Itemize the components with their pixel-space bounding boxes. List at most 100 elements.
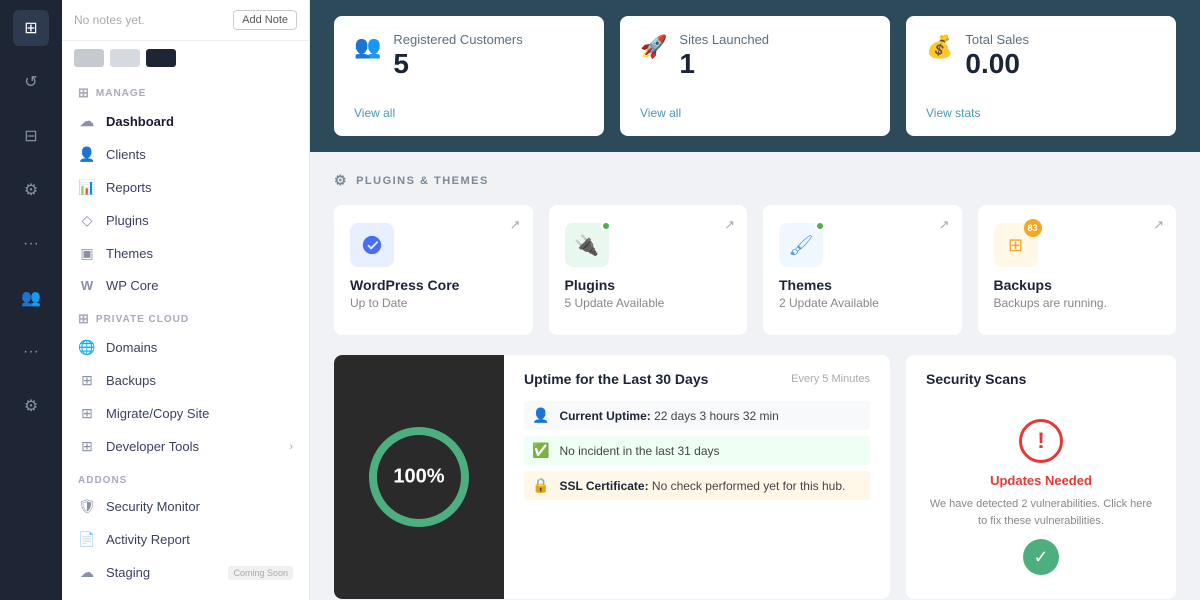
sidebar-item-label: Activity Report	[106, 532, 190, 547]
sidebar-item-label: Themes	[106, 246, 153, 261]
sidebar-item-domains[interactable]: 🌐 Domains	[62, 331, 309, 364]
icon-bar: ⊞ ↺ ⊟ ⚙ ··· 👥 ··· ⚙	[0, 0, 62, 600]
dev-tools-icon: ⊞	[78, 438, 96, 455]
uptime-frequency: Every 5 Minutes	[791, 373, 870, 385]
uptime-details-panel: Uptime for the Last 30 Days Every 5 Minu…	[504, 355, 890, 599]
wpcore-card-name: WordPress Core	[350, 277, 517, 293]
gear-icon: ⚙	[334, 172, 348, 189]
backup-badge: 83	[1024, 219, 1042, 237]
customers-value: 5	[393, 47, 584, 81]
backups-card-status: Backups are running.	[994, 296, 1161, 310]
plugin-card-backups[interactable]: ↗ ⊞ 83 Backups Backups are running.	[978, 205, 1177, 335]
sidebar-item-migrate[interactable]: ⊞ Migrate/Copy Site	[62, 397, 309, 430]
sales-icon: 💰	[926, 34, 953, 60]
arrow-icon: ↗	[1153, 217, 1164, 233]
sidebar-item-themes[interactable]: ▣ Themes	[62, 237, 309, 270]
stat-card-sales: 💰 Total Sales 0.00 View stats	[906, 16, 1176, 136]
plugins-themes-title: ⚙ PLUGINS & THEMES	[334, 172, 1176, 189]
sidebar-item-label: Migrate/Copy Site	[106, 406, 209, 421]
sidebar-item-label: Plugins	[106, 213, 149, 228]
sites-icon: 🚀	[640, 34, 667, 60]
icon-bar-settings[interactable]: ⚙	[13, 388, 49, 424]
coming-soon-badge: Coming Soon	[228, 566, 293, 580]
sidebar-item-label: Dashboard	[106, 114, 174, 129]
bottom-grid: 100% Uptime for the Last 30 Days Every 5…	[310, 355, 1200, 600]
customers-link[interactable]: View all	[354, 94, 584, 120]
security-fix-button[interactable]: ✓	[1023, 539, 1059, 575]
uptime-row-ssl: 🔒 SSL Certificate: No check performed ye…	[524, 471, 870, 500]
color-row	[62, 41, 309, 75]
icon-bar-users[interactable]: 👥	[13, 280, 49, 316]
sidebar-item-reports[interactable]: 📊 Reports	[62, 171, 309, 204]
customers-title: Registered Customers	[393, 32, 584, 47]
migrate-icon: ⊞	[78, 405, 96, 422]
status-dot-green	[601, 221, 611, 231]
plugins-card-status: 5 Update Available	[565, 296, 732, 310]
plugin-card-themes[interactable]: ↗ 🖌 Themes 2 Update Available	[763, 205, 962, 335]
sidebar: No notes yet. Add Note ⊞ MANAGE ☁ Dashbo…	[62, 0, 310, 600]
sidebar-top: No notes yet. Add Note	[62, 0, 309, 41]
security-update-label: Updates Needed	[990, 473, 1092, 488]
plugins-themes-section: ⚙ PLUGINS & THEMES ↗ WordPress Core Up t…	[310, 152, 1200, 355]
addons-label: ADDONS	[62, 463, 309, 490]
main-content: 👥 Registered Customers 5 View all 🚀 Site…	[310, 0, 1200, 600]
sidebar-item-wpcore[interactable]: W WP Core	[62, 270, 309, 301]
uptime-row-text: Current Uptime: 22 days 3 hours 32 min	[559, 409, 778, 423]
add-note-button[interactable]: Add Note	[233, 10, 297, 30]
sidebar-item-clients[interactable]: 👤 Clients	[62, 138, 309, 171]
icon-bar-refresh[interactable]: ↺	[13, 64, 49, 100]
icon-bar-dots1[interactable]: ···	[13, 226, 49, 262]
sidebar-item-plugins[interactable]: ◇ Plugins	[62, 204, 309, 237]
arrow-icon: ↗	[724, 217, 735, 233]
sidebar-item-backups[interactable]: ⊞ Backups	[62, 364, 309, 397]
security-description: We have detected 2 vulnerabilities. Clic…	[926, 496, 1156, 529]
security-alert-icon: !	[1019, 419, 1063, 463]
uptime-row-current: 👤 Current Uptime: 22 days 3 hours 32 min	[524, 401, 870, 430]
manage-label: ⊞ MANAGE	[62, 75, 309, 105]
icon-bar-grid[interactable]: ⊞	[13, 10, 49, 46]
plugins-icon-card: 🔌	[565, 223, 609, 267]
sites-link[interactable]: View all	[640, 94, 870, 120]
icon-bar-table[interactable]: ⊟	[13, 118, 49, 154]
color-dot-2	[110, 49, 140, 67]
plugin-card-plugins[interactable]: ↗ 🔌 Plugins 5 Update Available	[549, 205, 748, 335]
icon-bar-gear[interactable]: ⚙	[13, 172, 49, 208]
themes-card-name: Themes	[779, 277, 946, 293]
plugins-icon: ◇	[78, 212, 96, 229]
sidebar-item-developer-tools[interactable]: ⊞ Developer Tools ›	[62, 430, 309, 463]
sidebar-item-security-monitor[interactable]: 🛡 Security Monitor	[62, 490, 309, 523]
sidebar-item-activity-report[interactable]: 📄 Activity Report	[62, 523, 309, 556]
stats-bar: 👥 Registered Customers 5 View all 🚀 Site…	[310, 0, 1200, 152]
uptime-title: Uptime for the Last 30 Days	[524, 371, 708, 387]
security-monitor-icon: 🛡	[78, 498, 96, 515]
sidebar-item-dashboard[interactable]: ☁ Dashboard	[62, 105, 309, 138]
plugins-card-name: Plugins	[565, 277, 732, 293]
wpcore-icon: W	[78, 278, 96, 293]
arrow-icon: ↗	[939, 217, 950, 233]
uptime-row-text: No incident in the last 31 days	[559, 444, 719, 458]
plugin-card-wpcore[interactable]: ↗ WordPress Core Up to Date	[334, 205, 533, 335]
uptime-circle-panel: 100%	[334, 355, 504, 599]
uptime-row-text: SSL Certificate: No check performed yet …	[559, 479, 845, 493]
sidebar-item-staging[interactable]: ☁ Staging Coming Soon	[62, 556, 309, 589]
themes-icon-card: 🖌	[779, 223, 823, 267]
reports-icon: 📊	[78, 179, 96, 196]
themes-card-status: 2 Update Available	[779, 296, 946, 310]
sites-title: Sites Launched	[679, 32, 870, 47]
sidebar-item-label: Security Monitor	[106, 499, 200, 514]
security-title: Security Scans	[926, 371, 1156, 387]
backups-icon: ⊞	[78, 372, 96, 389]
color-dot-1	[74, 49, 104, 67]
icon-bar-dots2[interactable]: ···	[13, 334, 49, 370]
sidebar-item-label: Reports	[106, 180, 152, 195]
dashboard-icon: ☁	[78, 113, 96, 130]
backups-card-name: Backups	[994, 277, 1161, 293]
private-cloud-label: ⊞ PRIVATE CLOUD	[62, 301, 309, 331]
sidebar-item-label: Backups	[106, 373, 156, 388]
check-icon: ✅	[532, 442, 549, 459]
stat-card-customers: 👥 Registered Customers 5 View all	[334, 16, 604, 136]
backups-icon-card: ⊞ 83	[994, 223, 1038, 267]
uptime-circle: 100%	[364, 422, 474, 532]
clients-icon: 👤	[78, 146, 96, 163]
sales-link[interactable]: View stats	[926, 94, 1156, 120]
